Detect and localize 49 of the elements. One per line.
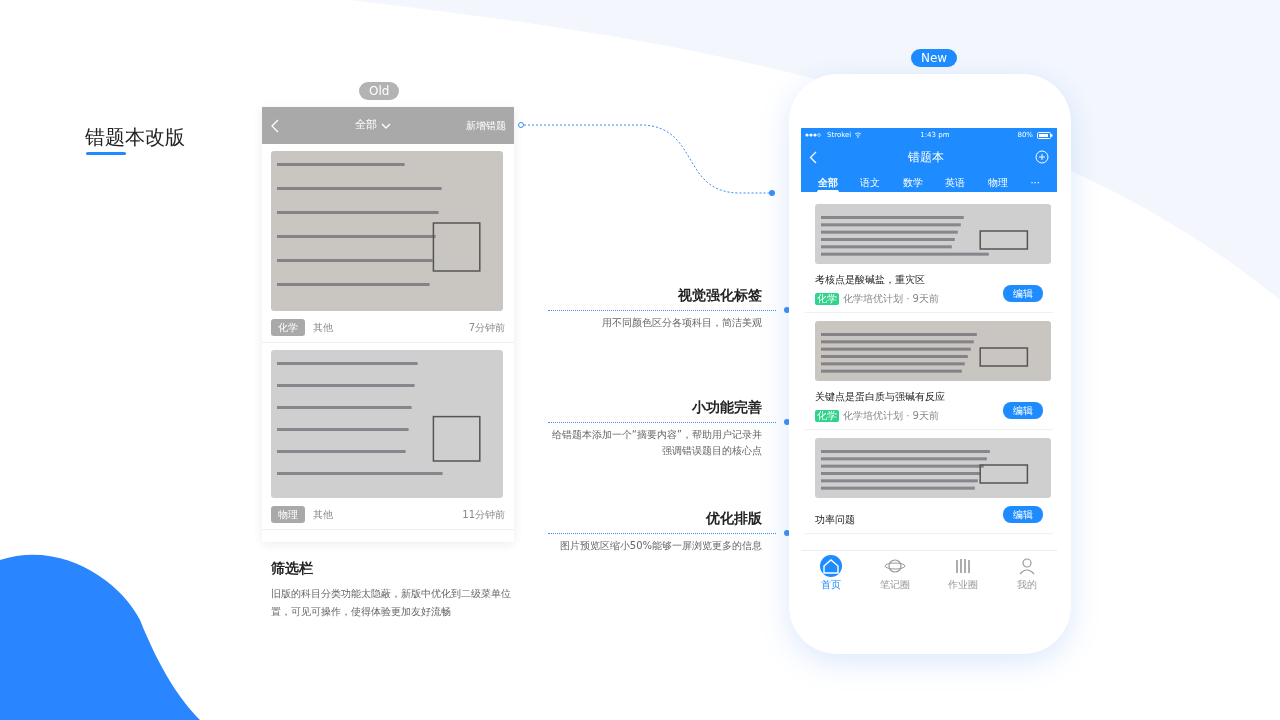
home-icon xyxy=(820,555,842,577)
time-label: 7分钟前 xyxy=(468,321,505,335)
feature-title: 小功能完善 xyxy=(691,398,762,417)
card-title: 考核点是酸碱盐，重灾区 xyxy=(815,273,926,287)
nav-tab[interactable]: 笔记圈 xyxy=(880,555,910,592)
nav-tab[interactable]: 作业圈 xyxy=(948,555,978,592)
chevron-down-icon xyxy=(381,122,391,129)
source-label: 化学培优计划 · 9天前 xyxy=(843,409,939,423)
card-title: 功率问题 xyxy=(815,513,856,527)
subject-tag: 化学 xyxy=(815,409,839,422)
note-text: 旧版的科目分类功能太隐蔽，新版中优化到二级菜单位置，可见可操作，使得体验更加友好流畅 xyxy=(271,587,511,619)
add-icon[interactable] xyxy=(1035,150,1049,164)
subject-tab[interactable]: ··· xyxy=(1029,174,1041,192)
edit-button[interactable]: 编辑 xyxy=(1003,285,1043,302)
edit-button[interactable]: 编辑 xyxy=(1003,402,1043,419)
subject-tab[interactable]: 物理 xyxy=(986,174,1009,192)
feature-description: 图片预览区缩小50%能够一屏浏览更多的信息 xyxy=(558,539,762,553)
screen-title: 错题本 xyxy=(908,149,944,166)
note-title: 筛选栏 xyxy=(271,559,313,578)
feature-title: 优化排版 xyxy=(705,509,762,528)
subject-tag: 化学 xyxy=(815,292,839,305)
nav-tab[interactable]: 我的 xyxy=(1016,555,1038,592)
add-mistake-link[interactable]: 新增错题 xyxy=(466,118,506,133)
back-icon[interactable] xyxy=(270,118,280,133)
battery-icon xyxy=(1037,131,1053,139)
back-icon[interactable] xyxy=(809,150,817,164)
source-label: 化学培优计划 · 9天前 xyxy=(843,292,939,306)
category-label: 其他 xyxy=(313,321,333,335)
version-badge: Old xyxy=(359,82,400,100)
subject-tab[interactable]: 语文 xyxy=(859,174,882,192)
time-label: 11分钟前 xyxy=(462,508,505,522)
subject-tag: 物理 xyxy=(271,506,305,523)
feature-description: 给错题本添加一个“摘要内容”，帮助用户记录并强调错误题目的核心点 xyxy=(550,428,762,458)
filter-dropdown[interactable]: 全部 xyxy=(355,117,391,134)
subject-tag: 化学 xyxy=(271,319,305,336)
feature-description: 用不同颜色区分各项科目，简洁美观 xyxy=(601,316,762,330)
version-badge: New xyxy=(911,49,958,67)
subject-tab[interactable]: 数学 xyxy=(901,174,924,192)
wifi-icon xyxy=(854,132,863,138)
nav-tab[interactable]: 首页 xyxy=(820,555,842,592)
title-underline xyxy=(86,152,126,155)
feature-title: 视觉强化标签 xyxy=(677,286,762,305)
subject-tab[interactable]: 全部 xyxy=(817,174,839,192)
category-label: 其他 xyxy=(313,508,333,522)
card-title: 关键点是蛋白质与强碱有反应 xyxy=(815,390,946,404)
signal-icon xyxy=(805,133,823,137)
slide-title: 错题本改版 xyxy=(85,124,185,151)
subject-tab[interactable]: 英语 xyxy=(944,174,967,192)
edit-button[interactable]: 编辑 xyxy=(1003,506,1043,523)
